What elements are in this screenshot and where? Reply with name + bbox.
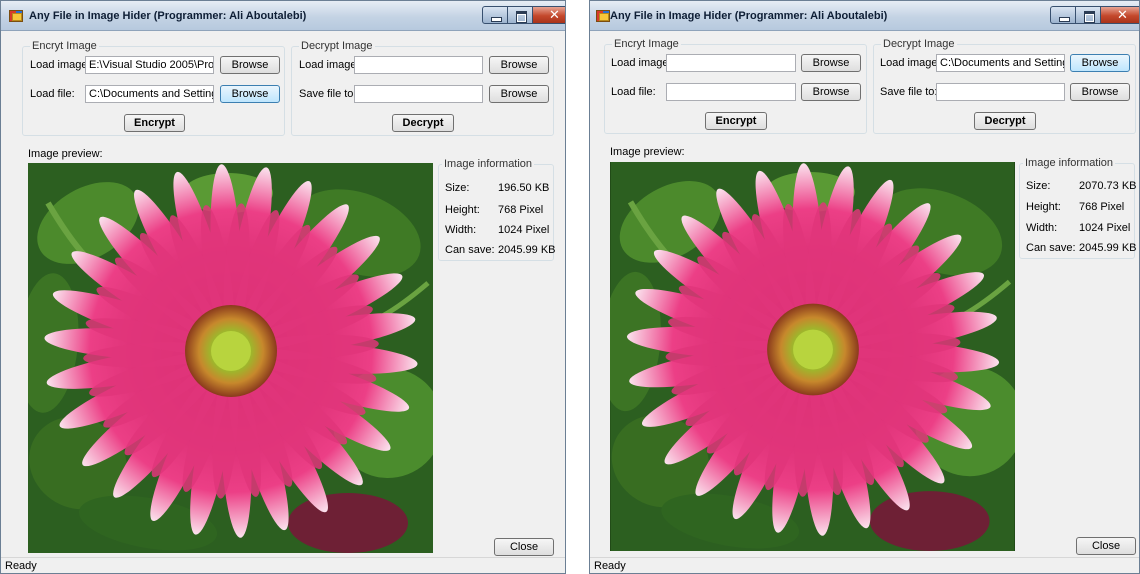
encrypt-load-file-browse-button[interactable]: Browse (220, 85, 280, 103)
window-controls: ✕ (482, 6, 565, 24)
title-bar[interactable]: Any File in Image Hider (Programmer: Ali… (590, 1, 1139, 31)
decrypt-group-title: Decrypt Image (881, 38, 957, 50)
status-bar: Ready (1, 557, 565, 573)
encrypt-load-image-input[interactable] (666, 54, 796, 72)
status-text: Ready (5, 560, 37, 572)
info-can-save-label: Can save: (1026, 242, 1076, 254)
info-height-label: Height: (445, 204, 480, 216)
close-icon: ✕ (549, 7, 560, 22)
status-bar: Ready (590, 557, 1139, 573)
decrypt-button[interactable]: Decrypt (392, 114, 454, 132)
image-preview (28, 163, 433, 553)
image-preview-label: Image preview: (610, 146, 685, 158)
minimize-button[interactable] (482, 6, 508, 24)
status-text: Ready (594, 560, 626, 572)
info-size-value: 196.50 KB (498, 182, 550, 194)
decrypt-save-file-label: Save file to: (880, 86, 938, 98)
info-size-label: Size: (1026, 180, 1051, 192)
close-button[interactable]: Close (1076, 537, 1136, 555)
info-height-value: 768 Pixel (1079, 201, 1125, 213)
flower-image (610, 162, 1015, 551)
encrypt-load-image-label: Load image: (30, 59, 91, 71)
encrypt-load-file-browse-button[interactable]: Browse (801, 83, 861, 101)
encrypt-load-image-browse-button[interactable]: Browse (220, 56, 280, 74)
decrypt-load-image-label: Load image: (299, 59, 360, 71)
encrypt-load-file-label: Load file: (611, 86, 656, 98)
app-icon[interactable] (596, 10, 610, 22)
close-button[interactable]: Close (494, 538, 554, 556)
info-size-value: 2070.73 KB (1079, 180, 1137, 192)
info-width-label: Width: (445, 224, 477, 236)
encrypt-load-file-input[interactable]: C:\Documents and Settings\Ad (85, 85, 214, 103)
decrypt-save-file-browse-button[interactable]: Browse (1070, 83, 1130, 101)
image-preview (610, 162, 1015, 551)
image-preview-label: Image preview: (28, 148, 103, 160)
encrypt-group-title: Encryt Image (30, 40, 99, 52)
close-window-button[interactable]: ✕ (533, 6, 565, 24)
image-info-group-title: Image information (1023, 157, 1116, 169)
flower-image (28, 163, 433, 553)
decrypt-button[interactable]: Decrypt (974, 112, 1036, 130)
close-icon: ✕ (1117, 7, 1128, 22)
decrypt-save-file-input[interactable] (936, 83, 1065, 101)
maximize-button[interactable] (1076, 6, 1101, 24)
window-controls: ✕ (1050, 6, 1139, 24)
info-width-label: Width: (1026, 222, 1058, 234)
decrypt-load-image-input[interactable] (354, 56, 483, 74)
app-window-left: Any File in Image Hider (Programmer: Ali… (0, 0, 566, 574)
decrypt-group-title: Decrypt Image (299, 40, 375, 52)
decrypt-save-file-browse-button[interactable]: Browse (489, 85, 549, 103)
maximize-button[interactable] (508, 6, 533, 24)
minimize-button[interactable] (1050, 6, 1076, 24)
encrypt-button[interactable]: Encrypt (705, 112, 767, 130)
encrypt-load-image-input[interactable]: E:\Visual Studio 2005\Projects\ (85, 56, 214, 74)
info-width-value: 1024 Pixel (498, 224, 550, 236)
encrypt-load-image-label: Load image: (611, 57, 672, 69)
window-title: Any File in Image Hider (Programmer: Ali… (29, 10, 307, 22)
info-can-save-label: Can save: (445, 244, 495, 256)
decrypt-load-image-browse-button[interactable]: Browse (1070, 54, 1130, 72)
info-can-save-value: 2045.99 KB (1079, 242, 1137, 254)
image-info-group-title: Image information (442, 158, 535, 170)
encrypt-load-file-label: Load file: (30, 88, 75, 100)
encrypt-button[interactable]: Encrypt (124, 114, 185, 132)
info-height-value: 768 Pixel (498, 204, 544, 216)
info-width-value: 1024 Pixel (1079, 222, 1131, 234)
info-height-label: Height: (1026, 201, 1061, 213)
encrypt-load-image-browse-button[interactable]: Browse (801, 54, 861, 72)
app-icon[interactable] (9, 10, 23, 22)
decrypt-save-file-label: Save file to: (299, 88, 357, 100)
window-title: Any File in Image Hider (Programmer: Ali… (610, 10, 888, 22)
app-window-right: Any File in Image Hider (Programmer: Ali… (589, 0, 1140, 574)
encrypt-group-title: Encryt Image (612, 38, 681, 50)
info-size-label: Size: (445, 182, 470, 194)
decrypt-load-image-browse-button[interactable]: Browse (489, 56, 549, 74)
close-window-button[interactable]: ✕ (1101, 6, 1139, 24)
encrypt-load-file-input[interactable] (666, 83, 796, 101)
decrypt-save-file-input[interactable] (354, 85, 483, 103)
decrypt-load-image-input[interactable]: C:\Documents and Settings\Ac (936, 54, 1065, 72)
title-bar[interactable]: Any File in Image Hider (Programmer: Ali… (1, 1, 565, 31)
decrypt-load-image-label: Load image: (880, 57, 941, 69)
info-can-save-value: 2045.99 KB (498, 244, 556, 256)
